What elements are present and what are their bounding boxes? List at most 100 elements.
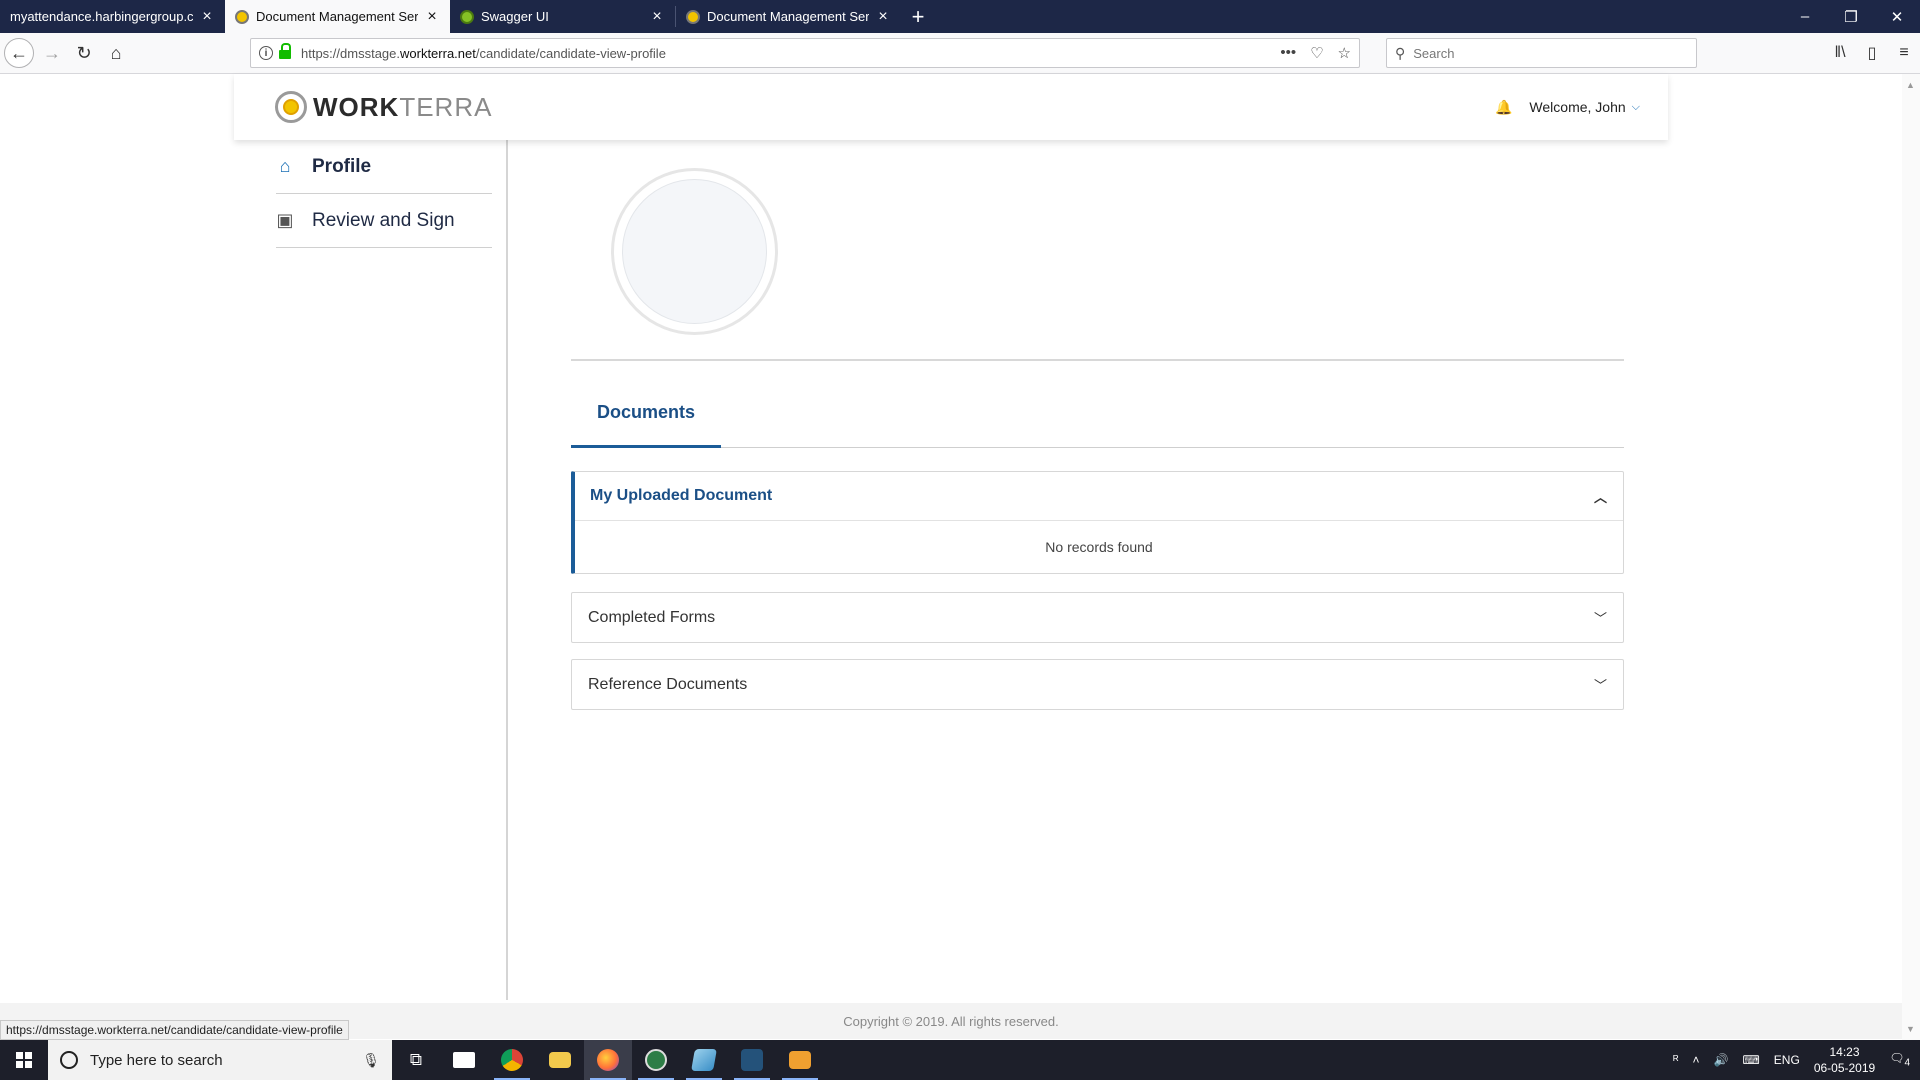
window-controls: – ❐ ✕ <box>1782 0 1920 33</box>
empty-state-text: No records found <box>1045 539 1153 555</box>
restore-icon[interactable]: ❐ <box>1828 0 1874 33</box>
content-tabs: Documents <box>571 380 1624 448</box>
chrome-icon[interactable] <box>488 1040 536 1080</box>
close-icon[interactable]: × <box>875 8 891 25</box>
volume-icon[interactable]: 🔊 <box>1714 1053 1729 1067</box>
new-tab-button[interactable]: + <box>901 0 935 33</box>
browser-tab-strip: myattendance.harbingergroup.com × Docume… <box>0 0 1920 33</box>
home-icon[interactable]: ⌂ <box>100 37 132 69</box>
status-bar-url: https://dmsstage.workterra.net/candidate… <box>0 1020 349 1040</box>
chevron-up-icon[interactable]: ︿ <box>1594 487 1607 506</box>
keyboard-icon[interactable]: ⌨ <box>1742 1053 1759 1067</box>
header-user-area: 🔔 Welcome, John ⌵ <box>1495 99 1640 115</box>
notes-app-icon[interactable] <box>680 1040 728 1080</box>
copyright-text: Copyright © 2019. All rights reserved. <box>843 1013 1059 1029</box>
sidebar-item-label: Profile <box>312 155 372 177</box>
workterra-logo-icon <box>686 9 700 24</box>
panel-title: Completed Forms <box>588 608 716 626</box>
task-view-icon[interactable]: ⧉ <box>392 1040 440 1080</box>
bookmark-star-icon[interactable]: ☆ <box>1338 44 1351 62</box>
browser-tab-myattendance[interactable]: myattendance.harbingergroup.com × <box>0 0 225 33</box>
url-bar[interactable]: i https://dmsstage.workterra.net/candida… <box>250 38 1360 68</box>
lock-icon[interactable] <box>279 43 291 59</box>
workterra-logo-icon <box>275 91 307 123</box>
tab-title: Swagger UI <box>481 9 549 24</box>
url-prefix: https://dmsstage. <box>301 45 400 61</box>
url-actions: ••• ♡ ☆ <box>1280 44 1351 62</box>
visual-studio-code-icon[interactable] <box>728 1040 776 1080</box>
close-window-icon[interactable]: ✕ <box>1874 0 1920 33</box>
panel-header[interactable]: Completed Forms ﹀ <box>572 593 1623 642</box>
close-icon[interactable]: × <box>199 8 215 25</box>
chevron-down-icon[interactable]: ﹀ <box>1594 608 1607 627</box>
microphone-icon[interactable]: 🎙 <box>362 1052 380 1069</box>
scroll-up-icon[interactable]: ▲ <box>1906 80 1915 90</box>
scroll-down-icon[interactable]: ▼ <box>1906 1024 1915 1034</box>
sidebar-toggle-icon[interactable]: ▯ <box>1856 43 1888 63</box>
reload-icon[interactable]: ↻ <box>68 37 100 69</box>
panel-completed-forms: Completed Forms ﹀ <box>571 592 1624 643</box>
media-player-icon[interactable] <box>776 1040 824 1080</box>
sidebar-item-label: Review and Sign <box>312 209 455 231</box>
chevron-down-icon[interactable]: ⌵ <box>1632 101 1640 114</box>
tab-title: myattendance.harbingergroup.com <box>10 9 193 24</box>
search-placeholder: Search <box>1413 45 1455 61</box>
chevron-down-icon[interactable]: ﹀ <box>1594 675 1607 694</box>
library-icon[interactable]: ‖\ <box>1824 44 1856 62</box>
clock[interactable]: 14:23 06-05-2019 <box>1814 1044 1875 1076</box>
windows-logo-icon <box>16 1052 32 1068</box>
logo-text-light: TERRA <box>399 91 493 122</box>
clock-date: 06-05-2019 <box>1813 1061 1876 1075</box>
profile-avatar[interactable] <box>611 168 778 335</box>
panel-my-uploaded-document: My Uploaded Document ︿ No records found <box>571 471 1624 574</box>
workterra-logo-icon <box>235 9 249 24</box>
bell-icon[interactable]: 🔔 <box>1495 99 1512 115</box>
firefox-icon[interactable] <box>584 1040 632 1080</box>
language-indicator[interactable]: ENG <box>1774 1053 1800 1067</box>
sidebar: ⌂ Profile ▣ Review and Sign <box>234 140 508 1000</box>
pocket-icon[interactable]: ♡ <box>1310 44 1323 62</box>
panel-header[interactable]: My Uploaded Document ︿ <box>575 472 1623 521</box>
browser-tab-document-management[interactable]: Document Management Service × <box>225 0 450 33</box>
network-app-icon[interactable] <box>632 1040 680 1080</box>
page-actions-icon[interactable]: ••• <box>1280 44 1296 62</box>
panel-title: My Uploaded Document <box>590 487 773 504</box>
clock-time: 14:23 <box>1829 1045 1860 1059</box>
panel-header[interactable]: Reference Documents ﹀ <box>572 660 1623 709</box>
logo-text-bold: WORK <box>313 91 400 122</box>
panel-reference-documents: Reference Documents ﹀ <box>571 659 1624 710</box>
cortana-icon <box>60 1051 78 1069</box>
taskbar-search-input[interactable]: Type here to search 🎙 <box>48 1040 392 1080</box>
workterra-logo[interactable]: WORK TERRA <box>275 91 492 123</box>
system-tray: ᴿ ˄ 🔊 ⌨ ENG 14:23 06-05-2019 🗨4 <box>1673 1044 1920 1076</box>
chevron-up-icon[interactable]: ˄ <box>1693 1053 1700 1067</box>
sidebar-item-review-and-sign[interactable]: ▣ Review and Sign <box>276 194 492 248</box>
clipboard-icon: ▣ <box>276 210 294 230</box>
forward-arrow-icon[interactable]: → <box>36 37 68 69</box>
panel-title: Reference Documents <box>588 675 748 693</box>
close-icon[interactable]: × <box>424 8 440 25</box>
browser-tab-swagger[interactable]: Swagger UI × <box>450 0 675 33</box>
sidebar-item-profile[interactable]: ⌂ Profile <box>276 140 492 194</box>
hamburger-menu-icon[interactable]: ≡ <box>1888 44 1920 62</box>
tab-documents[interactable]: Documents <box>571 380 721 448</box>
mail-app-icon[interactable] <box>440 1040 488 1080</box>
start-button[interactable] <box>0 1040 48 1080</box>
welcome-user-menu[interactable]: Welcome, John <box>1529 99 1625 115</box>
file-explorer-icon[interactable] <box>536 1040 584 1080</box>
close-icon[interactable]: × <box>649 8 665 25</box>
swagger-icon <box>460 9 474 24</box>
back-arrow-icon[interactable]: ← <box>4 38 34 68</box>
notifications-icon[interactable]: 🗨4 <box>1889 1051 1910 1068</box>
browser-search-input[interactable]: ⚲ Search <box>1386 38 1697 68</box>
browser-tab-document-management-2[interactable]: Document Management Service × <box>676 0 901 33</box>
minimize-icon[interactable]: – <box>1782 0 1828 33</box>
tab-title: Document Management Service <box>256 9 418 24</box>
windows-taskbar: Type here to search 🎙 ⧉ ᴿ ˄ 🔊 ⌨ ENG 14:2… <box>0 1040 1920 1080</box>
vertical-scrollbar[interactable]: ▲ ▼ <box>1902 74 1920 1040</box>
notification-count: 4 <box>1904 1057 1910 1069</box>
url-text[interactable]: https://dmsstage.workterra.net/candidate… <box>301 46 1280 61</box>
divider <box>571 359 1624 361</box>
info-icon[interactable]: i <box>259 46 273 60</box>
people-icon[interactable]: ᴿ <box>1673 1053 1678 1067</box>
